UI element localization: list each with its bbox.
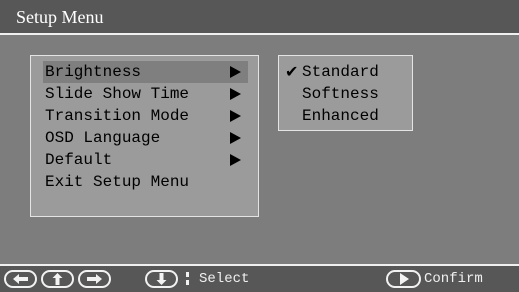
up-arrow-icon[interactable] <box>41 270 74 288</box>
select-hint-label: Select <box>199 271 250 287</box>
confirm-hint-label: Confirm <box>424 271 483 287</box>
page-title: Setup Menu <box>16 7 104 27</box>
menu-item-transition-mode[interactable]: Transition Mode <box>43 105 248 127</box>
play-icon[interactable] <box>386 270 421 288</box>
menu-item-label: Transition Mode <box>45 107 190 125</box>
right-arrow-icon[interactable] <box>78 270 111 288</box>
controls-hint-bar: Select Confirm <box>0 264 519 292</box>
brightness-submenu: ✔ Standard Softness Enhanced <box>278 55 413 131</box>
menu-item-slide-show-time[interactable]: Slide Show Time <box>43 83 248 105</box>
submenu-item-label: Standard <box>302 63 379 81</box>
menu-item-label: Brightness <box>45 63 142 81</box>
submenu-arrow-icon <box>230 132 241 144</box>
menu-item-label: Default <box>45 151 113 169</box>
menu-item-label: OSD Language <box>45 129 161 147</box>
submenu-item-label: Softness <box>302 85 379 103</box>
menu-item-default[interactable]: Default <box>43 149 248 171</box>
down-arrow-icon[interactable] <box>145 270 178 288</box>
title-bar: Setup Menu <box>0 0 519 35</box>
checkmark-icon: ✔ <box>285 62 299 81</box>
submenu-item-label: Enhanced <box>302 107 379 125</box>
submenu-arrow-icon <box>230 66 241 78</box>
left-arrow-icon[interactable] <box>4 270 37 288</box>
menu-item-label: Slide Show Time <box>45 85 190 103</box>
submenu-item-softness[interactable]: Softness <box>285 83 409 105</box>
submenu-arrow-icon <box>230 110 241 122</box>
separator-colon-icon <box>186 272 189 285</box>
menu-item-exit-setup-menu[interactable]: Exit Setup Menu <box>43 171 248 193</box>
submenu-arrow-icon <box>230 154 241 166</box>
setup-screen: Setup Menu Brightness Slide Show Time Tr… <box>0 0 519 292</box>
submenu-item-enhanced[interactable]: Enhanced <box>285 105 409 127</box>
menu-item-brightness[interactable]: Brightness <box>43 61 248 83</box>
menu-item-osd-language[interactable]: OSD Language <box>43 127 248 149</box>
submenu-item-standard[interactable]: ✔ Standard <box>285 61 409 83</box>
setup-menu-list: Brightness Slide Show Time Transition Mo… <box>30 55 259 217</box>
menu-item-label: Exit Setup Menu <box>45 173 190 191</box>
submenu-arrow-icon <box>230 88 241 100</box>
